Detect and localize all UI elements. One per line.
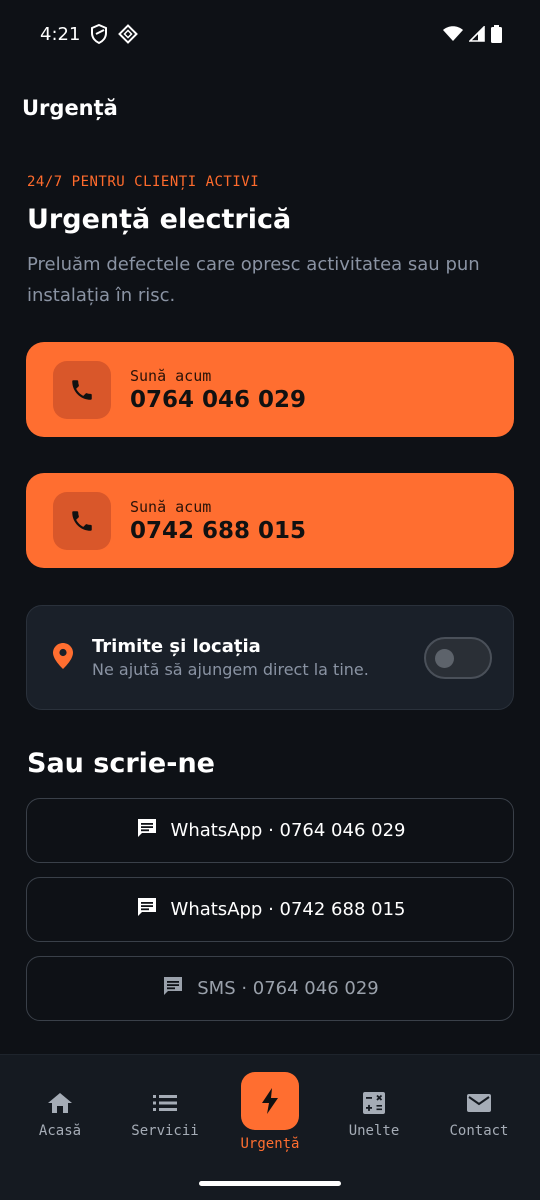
whatsapp-label: WhatsApp · 0742 688 015: [170, 899, 406, 920]
hero-subtitle: Preluăm defectele care opresc activitate…: [27, 254, 480, 306]
toggle-knob: [435, 648, 454, 668]
call-texts: Sună acum 0764 046 029: [130, 367, 306, 413]
chat-icon: [135, 816, 159, 845]
call-label: Sună acum: [130, 497, 212, 516]
list-icon: [111, 1085, 219, 1121]
home-indicator[interactable]: [199, 1181, 341, 1186]
status-bar: 4:21: [0, 0, 540, 68]
calculator-icon: [320, 1085, 428, 1121]
mail-icon: [425, 1085, 533, 1121]
messages-title: Sau scrie-ne: [27, 748, 215, 779]
hero-eyebrow: 24/7 PENTRU CLIENȚI ACTIVI: [27, 174, 260, 190]
shield-icon: [90, 24, 108, 44]
nav-item-emergency[interactable]: Urgență: [216, 1072, 324, 1152]
call-button-2[interactable]: Sună acum 0742 688 015: [26, 473, 514, 568]
signal-icon: [469, 26, 485, 42]
battery-icon: [491, 25, 502, 43]
whatsapp-label: WhatsApp · 0764 046 029: [170, 820, 406, 841]
status-time: 4:21: [40, 23, 81, 45]
call-number: 0742 688 015: [130, 517, 307, 544]
location-toggle[interactable]: [424, 636, 492, 679]
call-texts: Sună acum 0742 688 015: [130, 498, 306, 544]
phone-icon: [53, 360, 111, 419]
nav-label: Urgență: [240, 1136, 300, 1152]
nav-item-contact[interactable]: Contact: [425, 1085, 533, 1139]
hero-title: Urgență electrică: [27, 204, 292, 235]
sms-button[interactable]: SMS · 0764 046 029: [26, 956, 514, 1021]
call-number: 0764 046 029: [130, 386, 307, 413]
bottom-nav: Acasă Servicii Urgență Unelte Contact: [0, 1054, 540, 1200]
vpn-icon: [118, 24, 139, 44]
status-right: [443, 25, 502, 43]
sms-label: SMS · 0764 046 029: [197, 978, 379, 999]
status-left: 4:21: [40, 23, 139, 45]
whatsapp-button-1[interactable]: WhatsApp · 0764 046 029: [26, 798, 514, 863]
location-title: Trimite și locația: [92, 636, 261, 657]
chat-icon: [135, 895, 159, 924]
call-label: Sună acum: [130, 366, 212, 385]
phone-icon: [53, 491, 111, 550]
nav-label: Acasă: [38, 1123, 82, 1139]
bolt-icon: [241, 1072, 299, 1130]
call-button-1[interactable]: Sună acum 0764 046 029: [26, 342, 514, 437]
home-icon: [6, 1085, 114, 1121]
app-title: Urgență: [22, 96, 118, 120]
location-texts: Trimite și locația Ne ajută să ajungem d…: [92, 636, 424, 679]
wifi-icon: [443, 26, 463, 42]
location-card: Trimite și locația Ne ajută să ajungem d…: [26, 605, 514, 710]
nav-item-tools[interactable]: Unelte: [320, 1085, 428, 1139]
nav-item-services[interactable]: Servicii: [111, 1085, 219, 1139]
nav-label: Unelte: [348, 1123, 400, 1139]
nav-item-home[interactable]: Acasă: [6, 1085, 114, 1139]
whatsapp-button-2[interactable]: WhatsApp · 0742 688 015: [26, 877, 514, 942]
location-subtitle: Ne ajută să ajungem direct la tine.: [92, 660, 369, 679]
location-pin-icon: [52, 642, 74, 674]
sms-icon: [161, 974, 185, 1003]
nav-label: Servicii: [131, 1123, 199, 1139]
nav-label: Contact: [449, 1123, 509, 1139]
